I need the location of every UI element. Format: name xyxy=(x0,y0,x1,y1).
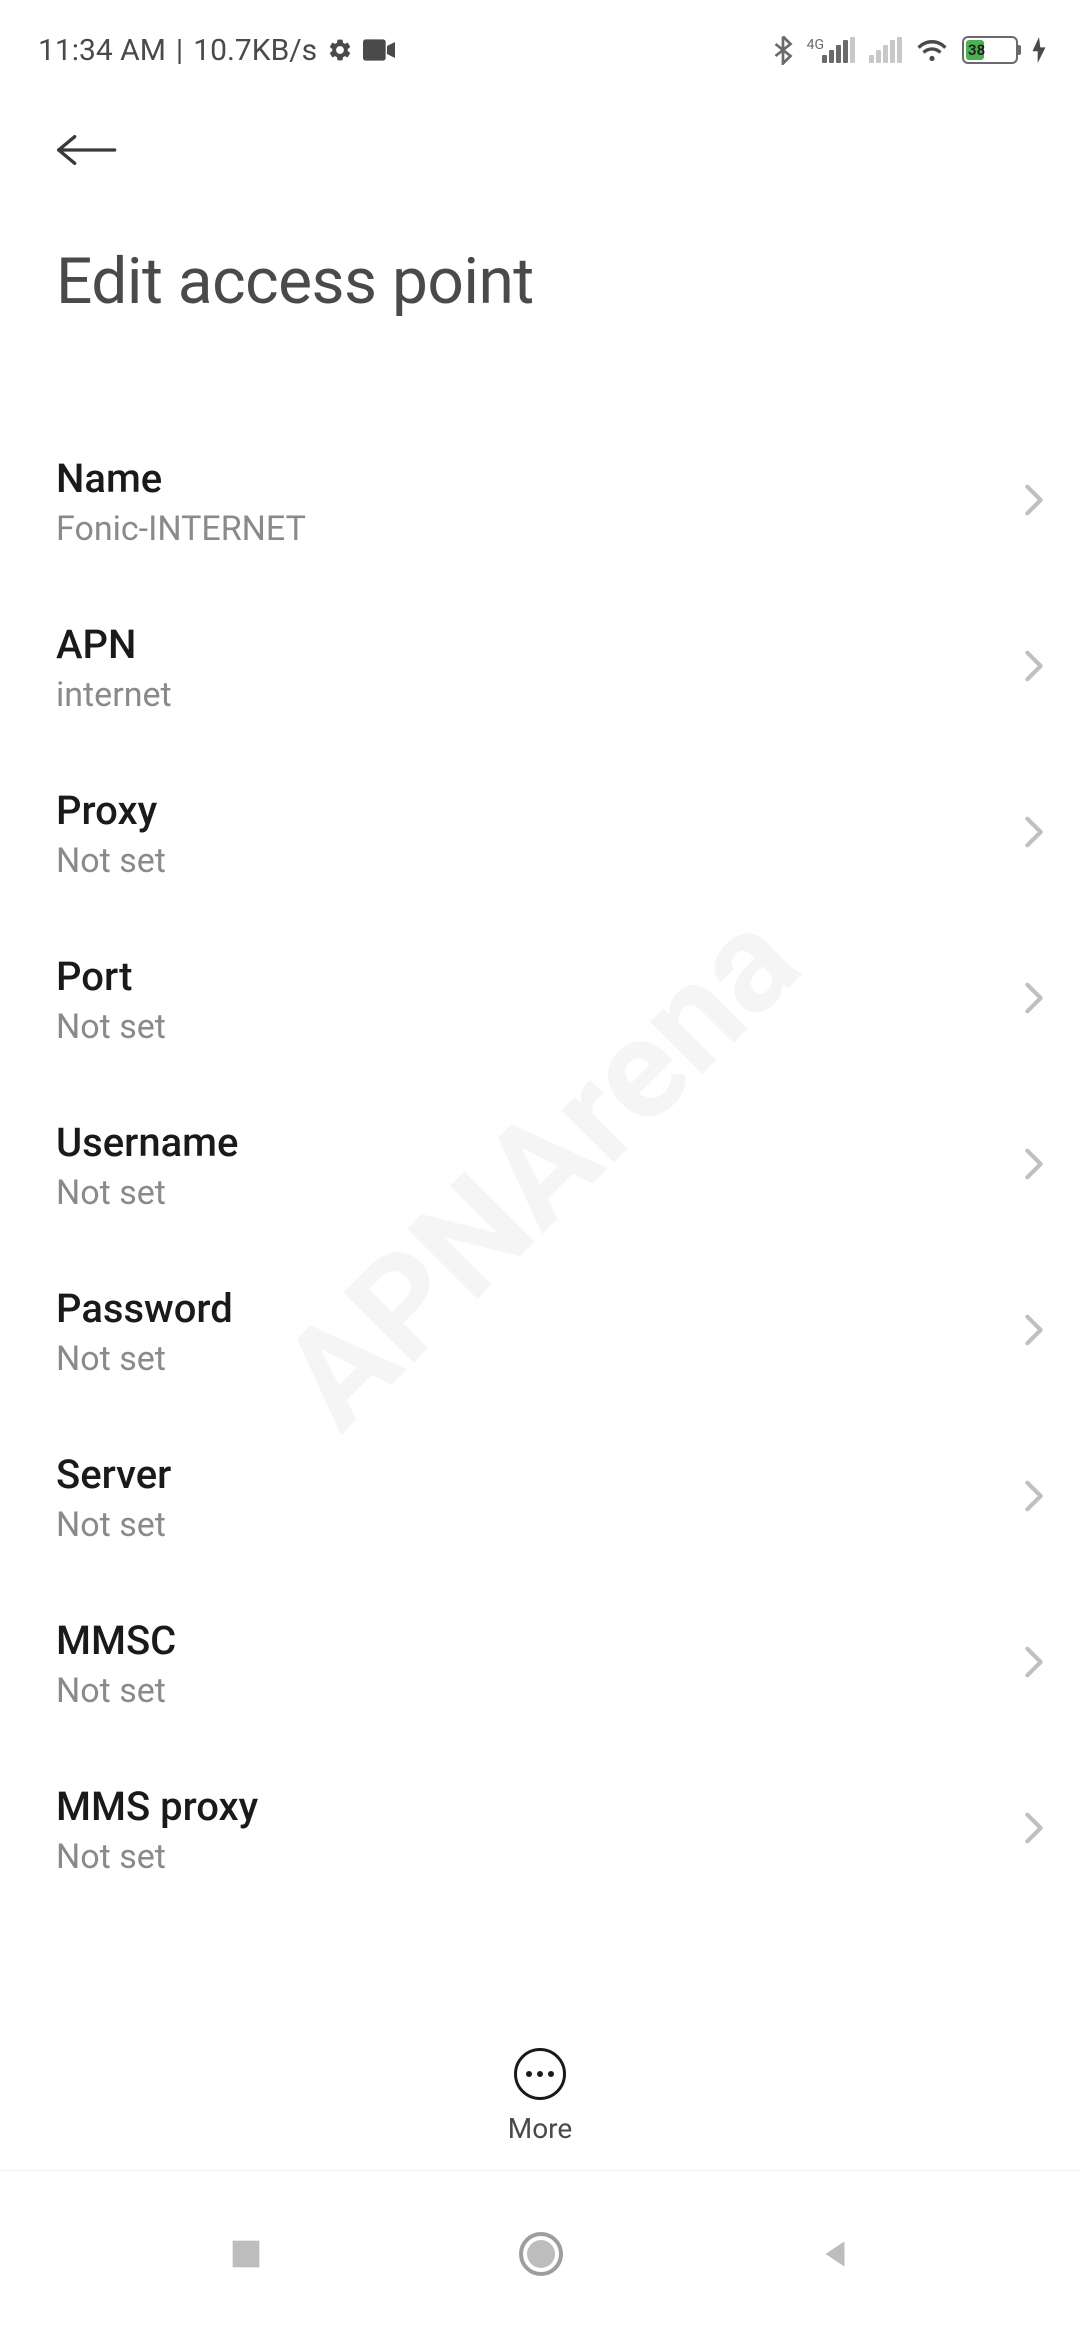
status-time: 11:34 AM xyxy=(38,33,166,68)
nav-home-button[interactable] xyxy=(517,2230,565,2282)
page-title: Edit access point xyxy=(56,244,1080,319)
more-button[interactable]: More xyxy=(0,2036,1080,2145)
setting-label: Port xyxy=(56,953,166,1001)
setting-item-apn[interactable]: APN internet xyxy=(0,585,1080,751)
setting-label: Password xyxy=(56,1285,233,1333)
status-speed: 10.7KB/s xyxy=(193,33,317,68)
battery-icon: 38 xyxy=(962,36,1018,64)
setting-value: Not set xyxy=(56,1837,258,1877)
more-icon xyxy=(514,2048,566,2100)
signal-bars-sim2-icon xyxy=(869,37,902,63)
chevron-right-icon xyxy=(1024,482,1044,522)
setting-label: Proxy xyxy=(56,787,166,835)
nav-back-button[interactable] xyxy=(816,2235,854,2277)
chevron-right-icon xyxy=(1024,1810,1044,1850)
setting-item-server[interactable]: Server Not set xyxy=(0,1415,1080,1581)
back-button[interactable] xyxy=(56,130,120,174)
settings-list: Name Fonic-INTERNET APN internet Proxy N… xyxy=(0,419,1080,1913)
setting-label: Username xyxy=(56,1119,238,1167)
more-label: More xyxy=(508,2112,573,2145)
status-divider: | xyxy=(176,33,183,68)
charging-icon xyxy=(1032,37,1046,63)
chevron-right-icon xyxy=(1024,814,1044,854)
setting-item-mmsc[interactable]: MMSC Not set xyxy=(0,1581,1080,1747)
setting-label: APN xyxy=(56,621,172,669)
setting-item-proxy[interactable]: Proxy Not set xyxy=(0,751,1080,917)
camera-icon xyxy=(363,39,395,61)
chevron-right-icon xyxy=(1024,980,1044,1020)
chevron-right-icon xyxy=(1024,1146,1044,1186)
setting-item-username[interactable]: Username Not set xyxy=(0,1083,1080,1249)
setting-item-password[interactable]: Password Not set xyxy=(0,1249,1080,1415)
setting-label: Name xyxy=(56,455,306,503)
setting-value: Fonic-INTERNET xyxy=(56,509,306,549)
chevron-right-icon xyxy=(1024,1312,1044,1352)
setting-item-name[interactable]: Name Fonic-INTERNET xyxy=(0,419,1080,585)
setting-label: Server xyxy=(56,1451,171,1499)
bluetooth-icon xyxy=(773,35,793,65)
setting-label: MMS proxy xyxy=(56,1783,258,1831)
wifi-icon xyxy=(916,37,948,63)
setting-item-mms-proxy[interactable]: MMS proxy Not set xyxy=(0,1747,1080,1913)
status-bar: 11:34 AM | 10.7KB/s 4G 38 xyxy=(0,0,1080,90)
setting-value: Not set xyxy=(56,841,166,881)
battery-percentage: 38 xyxy=(968,41,985,59)
setting-value: Not set xyxy=(56,1339,233,1379)
chevron-right-icon xyxy=(1024,1644,1044,1684)
nav-recents-button[interactable] xyxy=(226,2234,266,2278)
chevron-right-icon xyxy=(1024,648,1044,688)
setting-value: Not set xyxy=(56,1505,171,1545)
setting-value: internet xyxy=(56,675,172,715)
setting-item-port[interactable]: Port Not set xyxy=(0,917,1080,1083)
navigation-bar xyxy=(0,2170,1080,2340)
setting-label: MMSC xyxy=(56,1617,176,1665)
setting-value: Not set xyxy=(56,1007,166,1047)
setting-value: Not set xyxy=(56,1173,238,1213)
gear-icon xyxy=(327,37,353,63)
signal-bars-sim1-icon xyxy=(822,37,855,63)
setting-value: Not set xyxy=(56,1671,176,1711)
chevron-right-icon xyxy=(1024,1478,1044,1518)
